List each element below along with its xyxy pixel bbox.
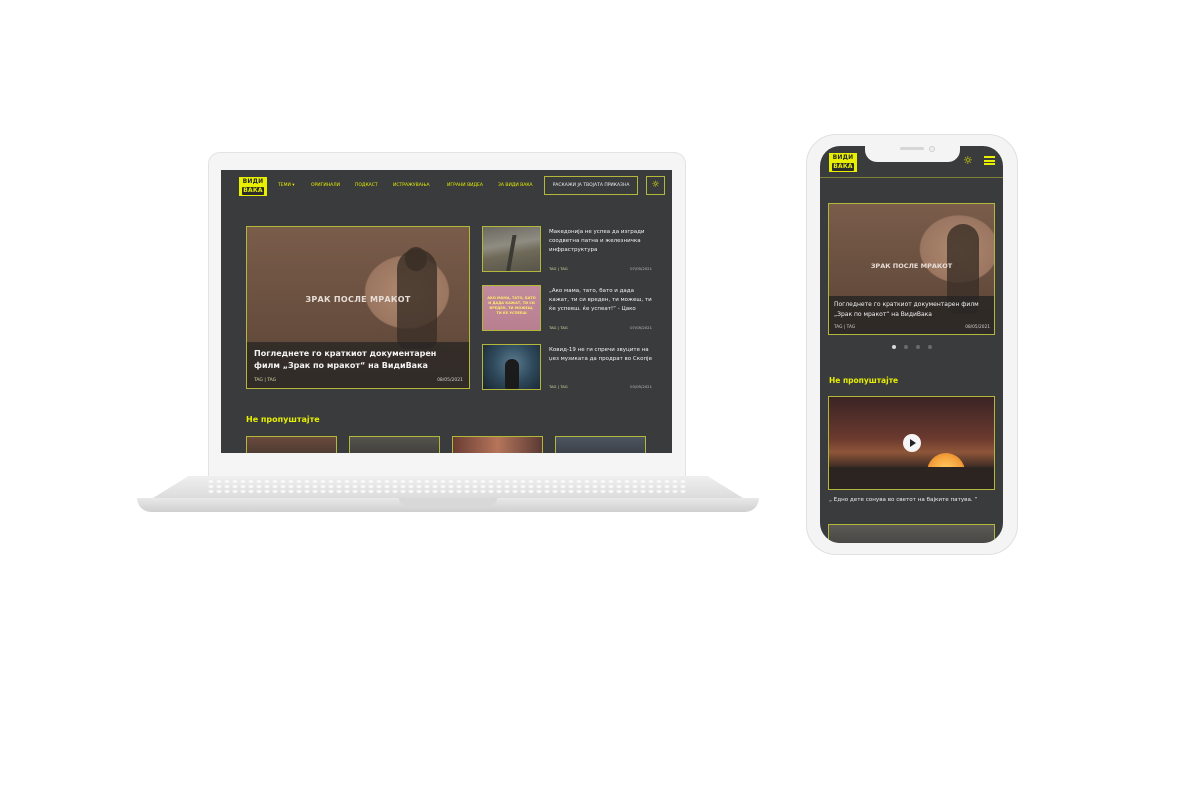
hamburger-menu-icon[interactable] <box>984 156 995 165</box>
railway-thumbnail[interactable] <box>482 226 541 272</box>
keyboard-keys <box>207 479 687 495</box>
side-article-tags[interactable]: TAG | TAG <box>549 266 568 271</box>
hero-tag[interactable]: TAG <box>267 378 276 383</box>
carousel-dot[interactable] <box>903 345 908 349</box>
side-article-meta: TAG | TAG 07/05/2021 <box>549 266 652 271</box>
side-article-tags[interactable]: TAG | TAG <box>549 384 568 389</box>
theme-toggle-icon[interactable]: ☼ <box>646 176 665 195</box>
concert-thumbnail[interactable] <box>482 344 541 390</box>
dont-miss-card[interactable] <box>555 436 646 453</box>
hero-tag[interactable]: TAG <box>254 378 263 383</box>
side-article-meta: TAG | TAG 07/05/2021 <box>549 325 652 330</box>
featured-article[interactable]: ЗРАК ПОСЛЕ МРАКОТ Погледнете го краткиот… <box>246 226 470 389</box>
side-article-date: 03/05/2021 <box>630 384 652 389</box>
vidivaka-logo[interactable]: ВИДИ ВАКА <box>829 153 857 172</box>
carousel-dots <box>820 345 1003 349</box>
hero-film-title: ЗРАК ПОСЛЕ МРАКОТ <box>305 295 411 304</box>
hero-meta: TAG | TAG 08/05/2021 <box>254 378 463 384</box>
desktop-navbar: ВИДИ ВАКА ТЕМИ ▾ ОРИГИНАЛИ ПОДКАСТ ИСТРА… <box>221 170 672 202</box>
logo-line1: ВИДИ <box>832 154 854 161</box>
hero-caption: Погледнете го краткиот документарен филм… <box>829 296 994 334</box>
nav-item-podcast[interactable]: ПОДКАСТ <box>355 183 378 189</box>
hero-meta: TAG | TAG 08/05/2021 <box>834 325 990 331</box>
logo-line2: ВАКА <box>242 187 264 195</box>
hero-tags[interactable]: TAG | TAG <box>834 325 855 331</box>
side-article[interactable]: АКО МАМА, ТАТО, БАТО И ДАДА КАЖАТ, ТИ СИ… <box>482 285 652 335</box>
side-article-tags[interactable]: TAG | TAG <box>549 325 568 330</box>
phone-screen: ВИДИ ВАКА ☼ ЗРАК ПОСЛЕ МРАКОТ Погледнете… <box>820 146 1003 543</box>
phone-speaker <box>900 147 924 150</box>
side-article-meta: TAG | TAG 03/05/2021 <box>549 384 652 389</box>
logo-line1: ВИДИ <box>242 178 264 185</box>
nav-item-about[interactable]: ЗА ВИДИ ВАКА <box>498 183 533 189</box>
nav-item-topics[interactable]: ТЕМИ ▾ <box>278 183 295 189</box>
hero-tags: TAG | TAG <box>254 378 277 383</box>
featured-article[interactable]: ЗРАК ПОСЛЕ МРАКОТ Погледнете го краткиот… <box>828 203 995 335</box>
play-icon[interactable] <box>903 434 921 452</box>
laptop-base <box>137 476 759 516</box>
trackpad-notch <box>399 498 497 506</box>
laptop-screen: ВИДИ ВАКА ТЕМИ ▾ ОРИГИНАЛИ ПОДКАСТ ИСТРА… <box>221 170 672 453</box>
video-caption[interactable]: „ Едно дете сонува во светот на бајките … <box>829 496 996 505</box>
side-article-title[interactable]: „Ако мама, тато, бато и дада кажат, ти с… <box>549 287 652 314</box>
nav-item-investigations[interactable]: ИСТРАЖУВАЊА <box>393 183 430 189</box>
vidivaka-logo[interactable]: ВИДИ ВАКА <box>239 177 267 196</box>
poster-thumbnail[interactable]: АКО МАМА, ТАТО, БАТО И ДАДА КАЖАТ, ТИ СИ… <box>482 285 541 331</box>
side-article-date: 07/05/2021 <box>630 325 652 330</box>
carousel-dot-active[interactable] <box>891 345 896 349</box>
logo-line2: ВАКА <box>832 163 854 171</box>
horizon <box>829 467 994 489</box>
theme-toggle-icon[interactable]: ☼ <box>963 154 973 168</box>
hero-date: 08/05/2021 <box>965 325 990 330</box>
poster-text: АКО МАМА, ТАТО, БАТО И ДАДА КАЖАТ, ТИ СИ… <box>487 296 536 315</box>
phone-camera <box>929 146 935 152</box>
dont-miss-card[interactable] <box>246 436 337 453</box>
side-article-title[interactable]: Македонија не успеа да изгради соодветна… <box>549 228 652 255</box>
hero-headline[interactable]: Погледнете го краткиот документарен филм… <box>254 348 462 372</box>
side-article-title[interactable]: Ковид-19 не ги спречи звуците на џез муз… <box>549 346 652 364</box>
featured-video[interactable] <box>828 396 995 490</box>
hero-film-title: ЗРАК ПОСЛЕ МРАКОТ <box>870 262 953 270</box>
side-article-date: 07/05/2021 <box>630 266 652 271</box>
dont-miss-heading: Не пропуштајте <box>829 376 899 385</box>
carousel-dot[interactable] <box>927 345 932 349</box>
hero-caption: Погледнете го краткиот документарен филм… <box>247 342 469 388</box>
header-divider <box>820 177 1003 178</box>
child-head-silhouette <box>405 247 427 271</box>
tell-your-story-button[interactable]: РАСКАЖИ ЈА ТВОЈАТА ПРИКАЗНА <box>544 176 638 195</box>
hero-headline[interactable]: Погледнете го краткиот документарен филм… <box>834 300 989 320</box>
mockup-stage: ВИДИ ВАКА ТЕМИ ▾ ОРИГИНАЛИ ПОДКАСТ ИСТРА… <box>0 0 1200 792</box>
side-article[interactable]: Македонија не успеа да изгради соодветна… <box>482 226 652 276</box>
next-card[interactable] <box>828 524 995 543</box>
dont-miss-card[interactable] <box>349 436 440 453</box>
dont-miss-heading: Не пропуштајте <box>246 415 320 424</box>
carousel-dot[interactable] <box>915 345 920 349</box>
nav-item-fiction-videos[interactable]: ИГРАНИ ВИДЕА <box>447 183 483 189</box>
side-article[interactable]: Ковид-19 не ги спречи звуците на џез муз… <box>482 344 652 394</box>
nav-item-originals[interactable]: ОРИГИНАЛИ <box>311 183 340 189</box>
dont-miss-card[interactable] <box>452 436 543 453</box>
hero-date: 08/05/2021 <box>437 378 463 383</box>
